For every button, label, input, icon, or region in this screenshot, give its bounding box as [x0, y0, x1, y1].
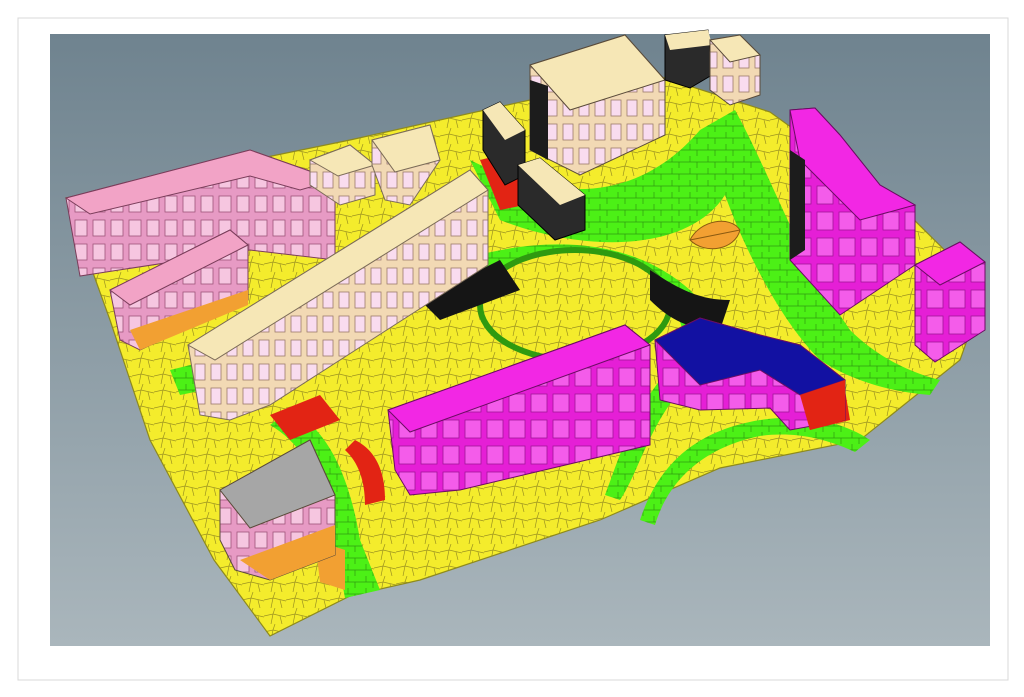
photo-frame: [0, 0, 1024, 697]
building-dark-small-3: [664, 29, 713, 89]
